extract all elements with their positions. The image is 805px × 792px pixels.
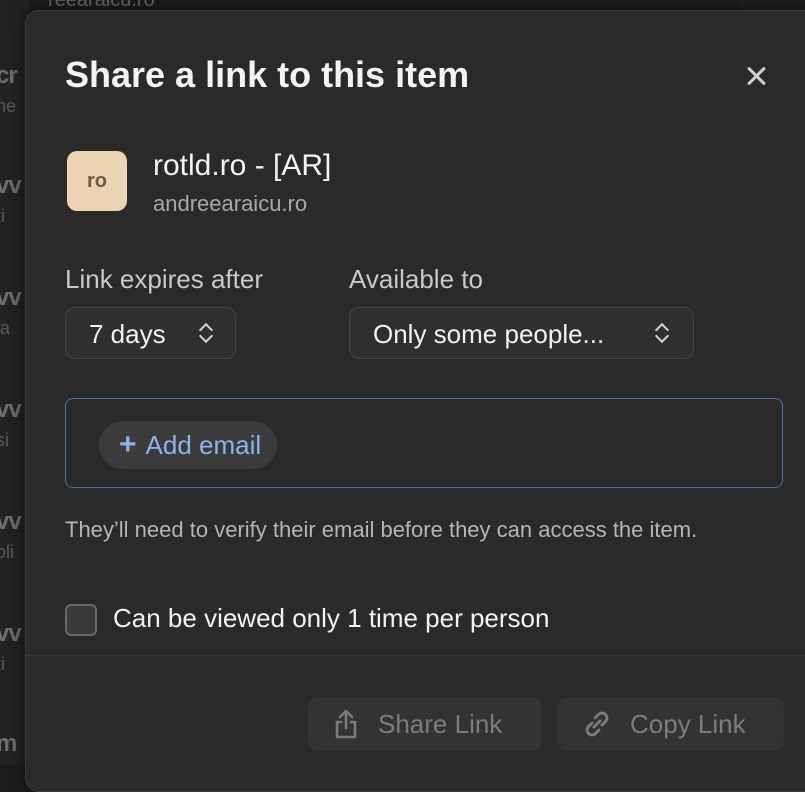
copy-link-label: Copy Link <box>630 708 746 739</box>
item-name: rotld.ro - [AR] <box>153 149 332 182</box>
item-avatar: ro <box>67 151 127 211</box>
available-value: Only some people... <box>373 319 605 349</box>
background-panel-edge <box>739 0 805 10</box>
share-link-button[interactable]: Share Link <box>308 697 542 751</box>
share-link-label: Share Link <box>378 708 503 739</box>
view-once-checkbox[interactable] <box>65 604 97 636</box>
add-email-button[interactable]: + Add email <box>99 421 278 469</box>
chevron-updown-icon <box>655 321 669 347</box>
available-select[interactable]: Only some people... <box>349 307 694 359</box>
item-subtitle: andreearaicu.ro <box>153 191 308 216</box>
plus-icon: + <box>119 428 137 461</box>
footer-divider <box>26 655 805 656</box>
available-label: Available to <box>349 264 483 294</box>
verification-note: They’ll need to verify their email befor… <box>65 517 698 542</box>
chevron-updown-icon <box>199 321 213 347</box>
share-link-dialog: Share a link to this item ro rotld.ro - … <box>25 10 805 792</box>
link-icon <box>585 711 609 737</box>
close-icon[interactable] <box>742 61 772 91</box>
view-once-label[interactable]: Can be viewed only 1 time per person <box>113 603 549 634</box>
expires-select[interactable]: 7 days <box>65 307 236 359</box>
email-recipients-field[interactable]: + Add email <box>65 398 783 488</box>
expires-value: 7 days <box>89 319 166 349</box>
share-icon <box>335 709 357 739</box>
add-email-label: Add email <box>145 429 262 460</box>
expires-label: Link expires after <box>65 264 263 294</box>
dialog-title: Share a link to this item <box>65 54 470 95</box>
copy-link-button[interactable]: Copy Link <box>558 697 784 751</box>
